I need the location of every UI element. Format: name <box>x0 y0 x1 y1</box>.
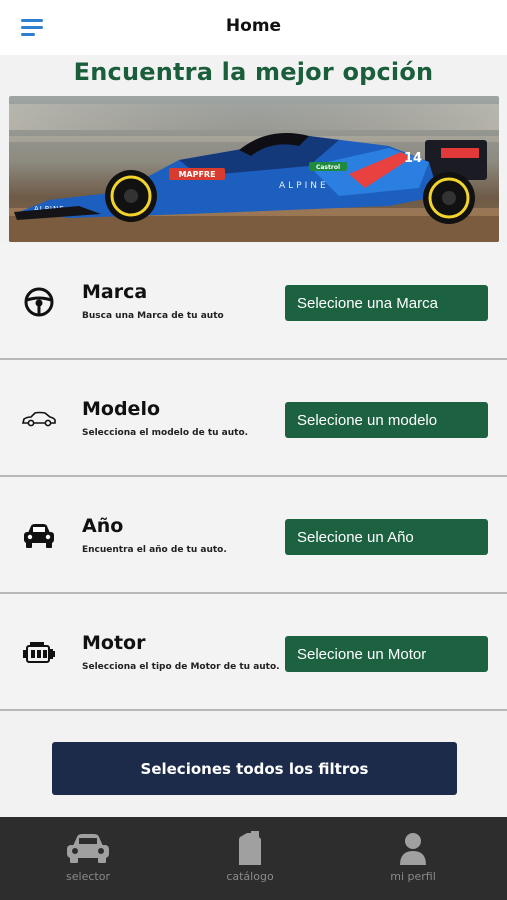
filter-row-marca: Marca Busca una Marca de tu auto Selecio… <box>0 243 507 360</box>
bottom-tab-bar: selector catálogo mi perfil <box>0 817 507 900</box>
car-side-icon <box>20 360 58 477</box>
select-motor-button[interactable]: Selecione un Motor <box>285 636 488 672</box>
filter-title-anio: Año <box>82 515 124 537</box>
filter-subtitle-motor: Selecciona el tipo de Motor de tu auto. <box>82 662 280 672</box>
car-front-icon <box>20 477 58 594</box>
tab-label-selector: selector <box>66 870 110 883</box>
catalog-can-icon <box>190 831 310 869</box>
divider <box>0 709 507 711</box>
svg-text:ALPINE: ALPINE <box>279 181 329 191</box>
tab-selector[interactable]: selector <box>28 817 148 900</box>
filter-subtitle-anio: Encuentra el año de tu auto. <box>82 545 227 555</box>
top-bar: Home <box>0 0 507 55</box>
car-icon <box>28 831 148 869</box>
select-anio-button[interactable]: Selecione un Año <box>285 519 488 555</box>
steering-wheel-icon <box>20 243 58 360</box>
headline: Encuentra la mejor opción <box>73 58 434 86</box>
filter-subtitle-modelo: Selecciona el modelo de tu auto. <box>82 428 249 438</box>
select-marca-button[interactable]: Selecione una Marca <box>285 285 488 321</box>
tab-label-catalogo: catálogo <box>226 870 274 883</box>
engine-icon <box>20 594 58 711</box>
filter-title-marca: Marca <box>82 281 148 303</box>
tab-catalogo[interactable]: catálogo <box>190 817 310 900</box>
svg-text:Castrol: Castrol <box>316 164 340 171</box>
svg-text:MAPFRE: MAPFRE <box>178 170 215 179</box>
svg-text:14: 14 <box>404 151 422 166</box>
tab-label-mi-perfil: mi perfil <box>390 870 436 883</box>
select-modelo-button[interactable]: Selecione un modelo <box>285 402 488 438</box>
filter-row-motor: Motor Selecciona el tipo de Motor de tu … <box>0 594 507 711</box>
filter-row-anio: Año Encuentra el año de tu auto. Selecio… <box>0 477 507 594</box>
filter-title-motor: Motor <box>82 632 146 654</box>
filter-title-modelo: Modelo <box>82 398 161 420</box>
filter-subtitle-marca: Busca una Marca de tu auto <box>82 311 224 321</box>
hero-race-car-image: MAPFRE ALPINE Castrol 14 ALPINE <box>9 96 499 242</box>
filter-row-modelo: Modelo Selecciona el modelo de tu auto. … <box>0 360 507 477</box>
apply-all-filters-button[interactable]: Seleciones todos los filtros <box>52 742 457 795</box>
profile-icon <box>353 831 473 869</box>
page-title: Home <box>225 16 282 36</box>
tab-mi-perfil[interactable]: mi perfil <box>353 817 473 900</box>
